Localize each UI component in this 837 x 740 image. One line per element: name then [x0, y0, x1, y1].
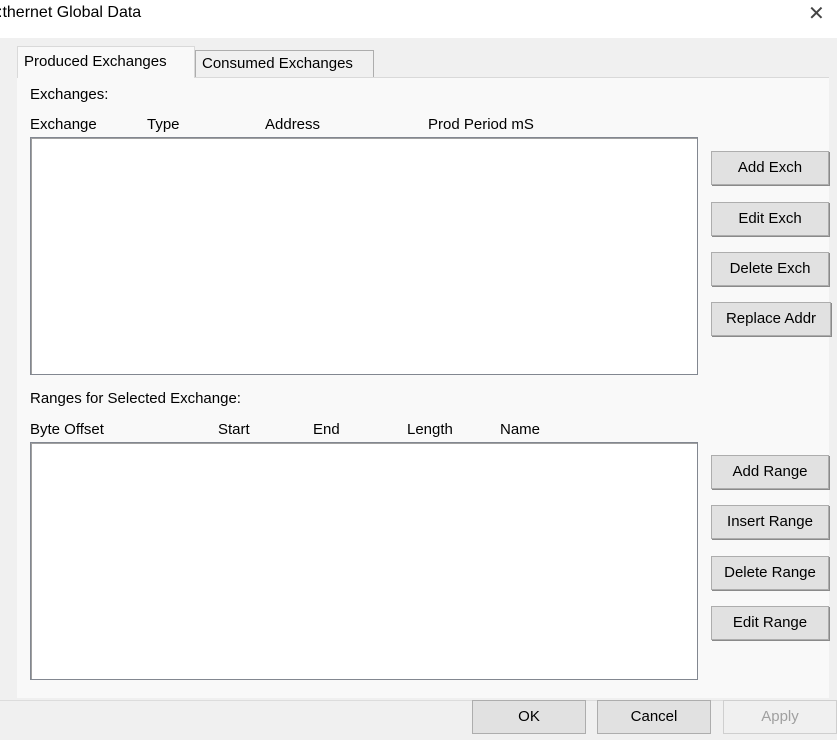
apply-button[interactable]: Apply	[723, 700, 837, 734]
tab-produced-exchanges[interactable]: Produced Exchanges	[17, 46, 195, 78]
edit-range-button[interactable]: Edit Range	[711, 606, 829, 640]
column-header-end: End	[313, 421, 340, 438]
column-header-start: Start	[218, 421, 250, 438]
column-header-type: Type	[147, 116, 180, 133]
insert-range-button[interactable]: Insert Range	[711, 505, 829, 539]
column-header-address: Address	[265, 116, 321, 133]
add-exch-button[interactable]: Add Exch	[711, 151, 829, 185]
window-title: :thernet Global Data	[0, 4, 142, 21]
column-header-prod-period: Prod Period mS	[428, 116, 534, 133]
ok-button[interactable]: OK	[472, 700, 586, 734]
exchanges-section-label: Exchanges:	[30, 86, 109, 103]
ranges-list[interactable]	[30, 442, 698, 680]
tab-consumed-exchanges[interactable]: Consumed Exchanges	[195, 50, 374, 78]
edit-exch-button[interactable]: Edit Exch	[711, 202, 829, 236]
close-icon[interactable]: ✕	[808, 0, 825, 28]
delete-exch-button[interactable]: Delete Exch	[711, 252, 829, 286]
column-header-exchange: Exchange	[30, 116, 97, 133]
cancel-button[interactable]: Cancel	[597, 700, 711, 734]
delete-range-button[interactable]: Delete Range	[711, 556, 829, 590]
column-header-length: Length	[407, 421, 453, 438]
dialog-footer	[0, 701, 837, 740]
column-header-byte-offset: Byte Offset	[30, 421, 104, 438]
replace-addr-button[interactable]: Replace Addr	[711, 302, 831, 336]
add-range-button[interactable]: Add Range	[711, 455, 829, 489]
column-header-name: Name	[500, 421, 541, 438]
exchanges-list[interactable]	[30, 137, 698, 375]
ranges-section-label: Ranges for Selected Exchange:	[30, 390, 241, 407]
